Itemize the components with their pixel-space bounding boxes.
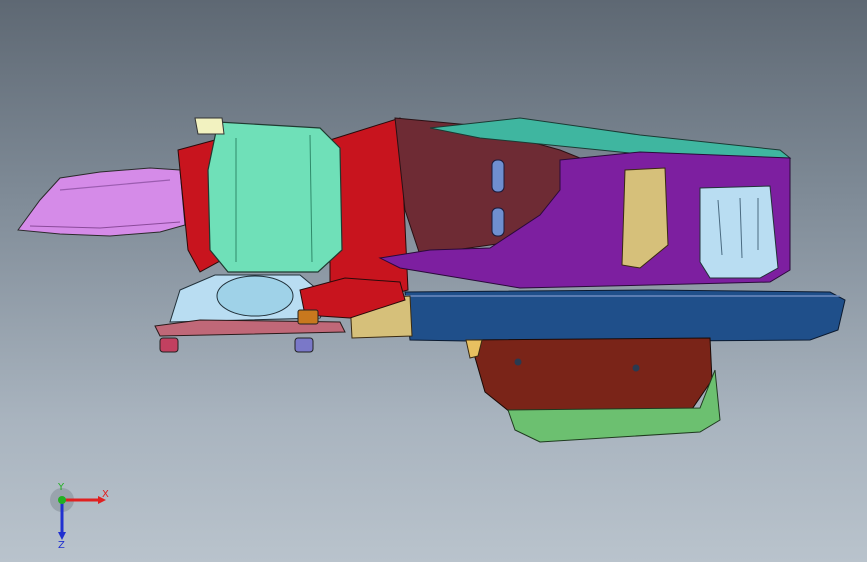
left-arm-part[interactable]: [17, 167, 186, 237]
window-slot-lower: [491, 207, 505, 237]
mount-bracket-tab[interactable]: [194, 117, 225, 135]
z-axis-arrow: [58, 532, 66, 540]
z-axis-label: Z: [58, 540, 65, 548]
cad-assembly-model[interactable]: [0, 0, 867, 562]
axis-triad: X Y Z: [50, 482, 109, 548]
x-axis-label: X: [102, 489, 109, 500]
graphics-viewport[interactable]: X Y Z: [0, 0, 867, 562]
y-axis-label: Y: [57, 482, 65, 493]
blue-oil-pan-part[interactable]: [404, 289, 846, 343]
pan-bolt-left: [514, 358, 522, 366]
right-bracket-part[interactable]: [699, 185, 779, 279]
window-slot-upper: [491, 159, 505, 193]
bolt-nut-center[interactable]: [294, 337, 314, 353]
bolt-nut-left[interactable]: [159, 337, 179, 353]
y-axis-dot: [58, 496, 66, 504]
brown-lower-pan-part[interactable]: [469, 337, 713, 413]
ball-joint[interactable]: [216, 275, 294, 317]
bolt-nut-orange[interactable]: [297, 309, 319, 325]
pan-bolt-right: [632, 364, 640, 372]
mount-housing-part[interactable]: [207, 121, 343, 273]
